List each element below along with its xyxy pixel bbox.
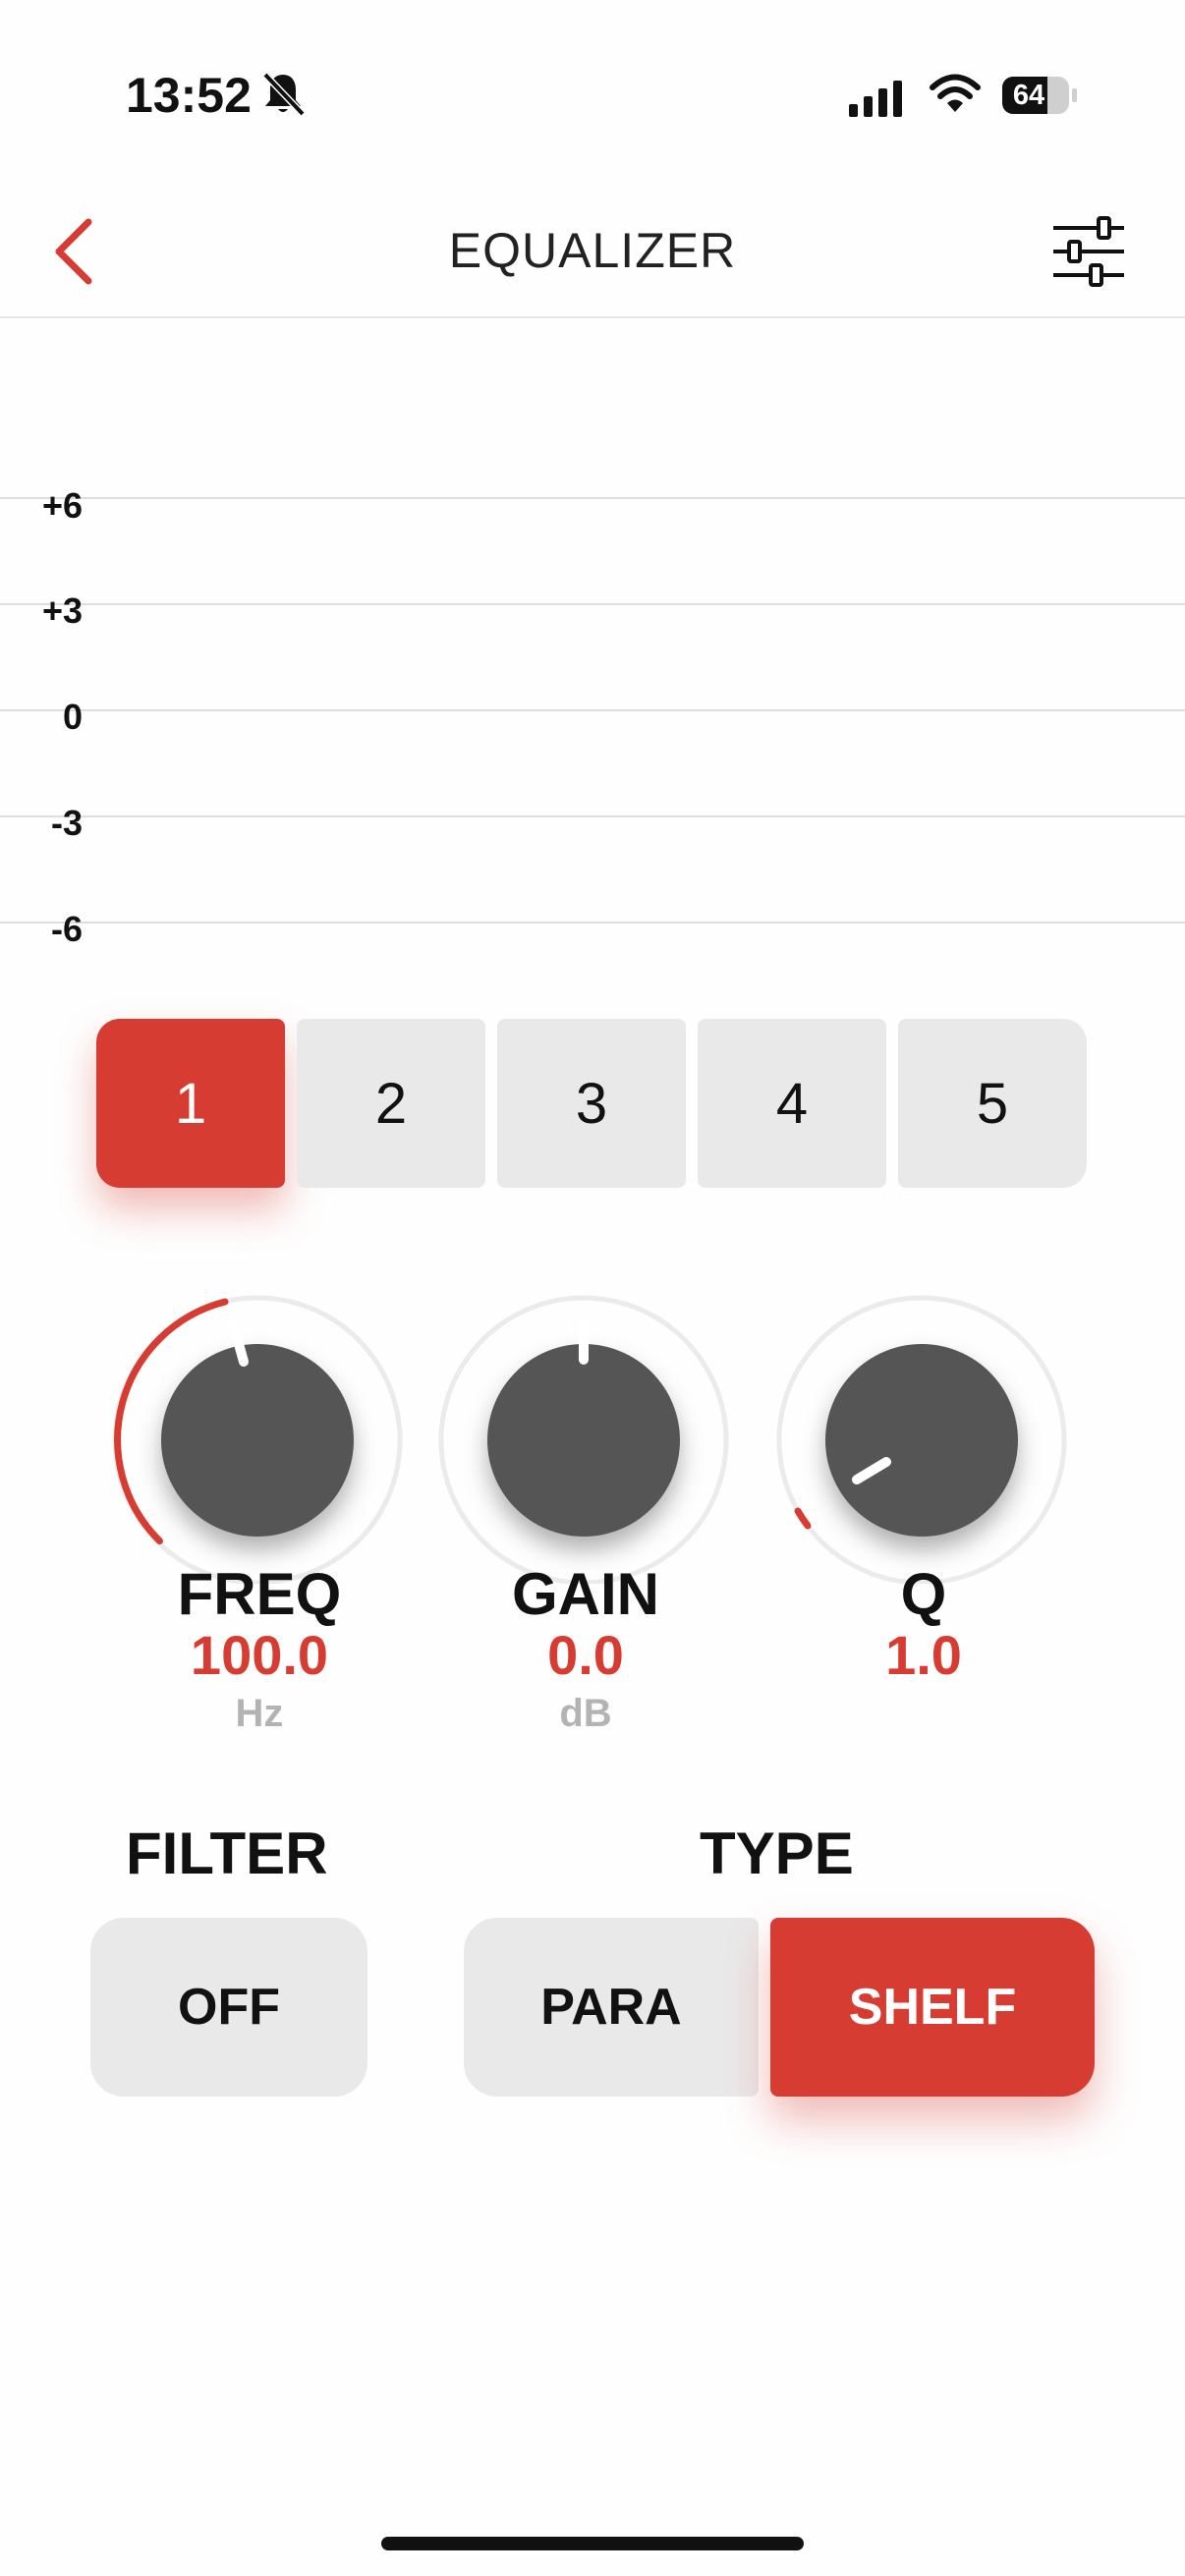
grid-line xyxy=(0,922,1185,924)
sliders-settings-icon[interactable] xyxy=(1049,214,1128,289)
type-para-button[interactable]: PARA xyxy=(464,1918,759,2097)
page-title: EQUALIZER xyxy=(448,223,737,278)
q-value: 1.0 xyxy=(885,1624,962,1686)
bell-muted-icon xyxy=(262,72,306,117)
band-4-button[interactable]: 4 xyxy=(698,1019,886,1188)
freq-value: 100.0 xyxy=(190,1624,329,1686)
filter-toggle-button[interactable]: OFF xyxy=(90,1918,367,2097)
grid-line xyxy=(0,815,1185,817)
type-label: TYPE xyxy=(700,1820,854,1886)
y-axis-label: 0 xyxy=(62,697,83,737)
band-5-button[interactable]: 5 xyxy=(898,1019,1087,1188)
gain-value: 0.0 xyxy=(547,1624,624,1686)
y-axis-label: -3 xyxy=(50,803,83,843)
y-axis-label: -6 xyxy=(50,909,83,949)
freq-unit: Hz xyxy=(235,1692,284,1735)
gain-knob[interactable] xyxy=(430,1277,737,1584)
q-knob[interactable] xyxy=(768,1277,1075,1584)
type-shelf-button[interactable]: SHELF xyxy=(770,1918,1095,2097)
freq-label: FREQ xyxy=(177,1561,342,1627)
band-1-button[interactable]: 1 xyxy=(96,1019,285,1188)
band-3-button[interactable]: 3 xyxy=(497,1019,686,1188)
nav-divider xyxy=(0,316,1185,318)
home-indicator[interactable] xyxy=(381,2537,804,2550)
y-axis-label: +6 xyxy=(41,485,83,526)
battery-level: 64 xyxy=(1012,80,1045,111)
y-axis-label: +3 xyxy=(41,590,83,631)
grid-line xyxy=(0,497,1185,499)
band-2-button[interactable]: 2 xyxy=(297,1019,485,1188)
filter-label: FILTER xyxy=(126,1820,328,1886)
cellular-signal-icon xyxy=(849,81,902,117)
wifi-icon xyxy=(930,74,981,112)
freq-knob[interactable] xyxy=(104,1277,411,1584)
gain-unit: dB xyxy=(559,1692,612,1735)
q-label: Q xyxy=(900,1561,947,1627)
grid-line xyxy=(0,709,1185,711)
gain-label: GAIN xyxy=(512,1561,659,1627)
grid-line xyxy=(0,603,1185,605)
status-time: 13:52 xyxy=(126,68,252,123)
